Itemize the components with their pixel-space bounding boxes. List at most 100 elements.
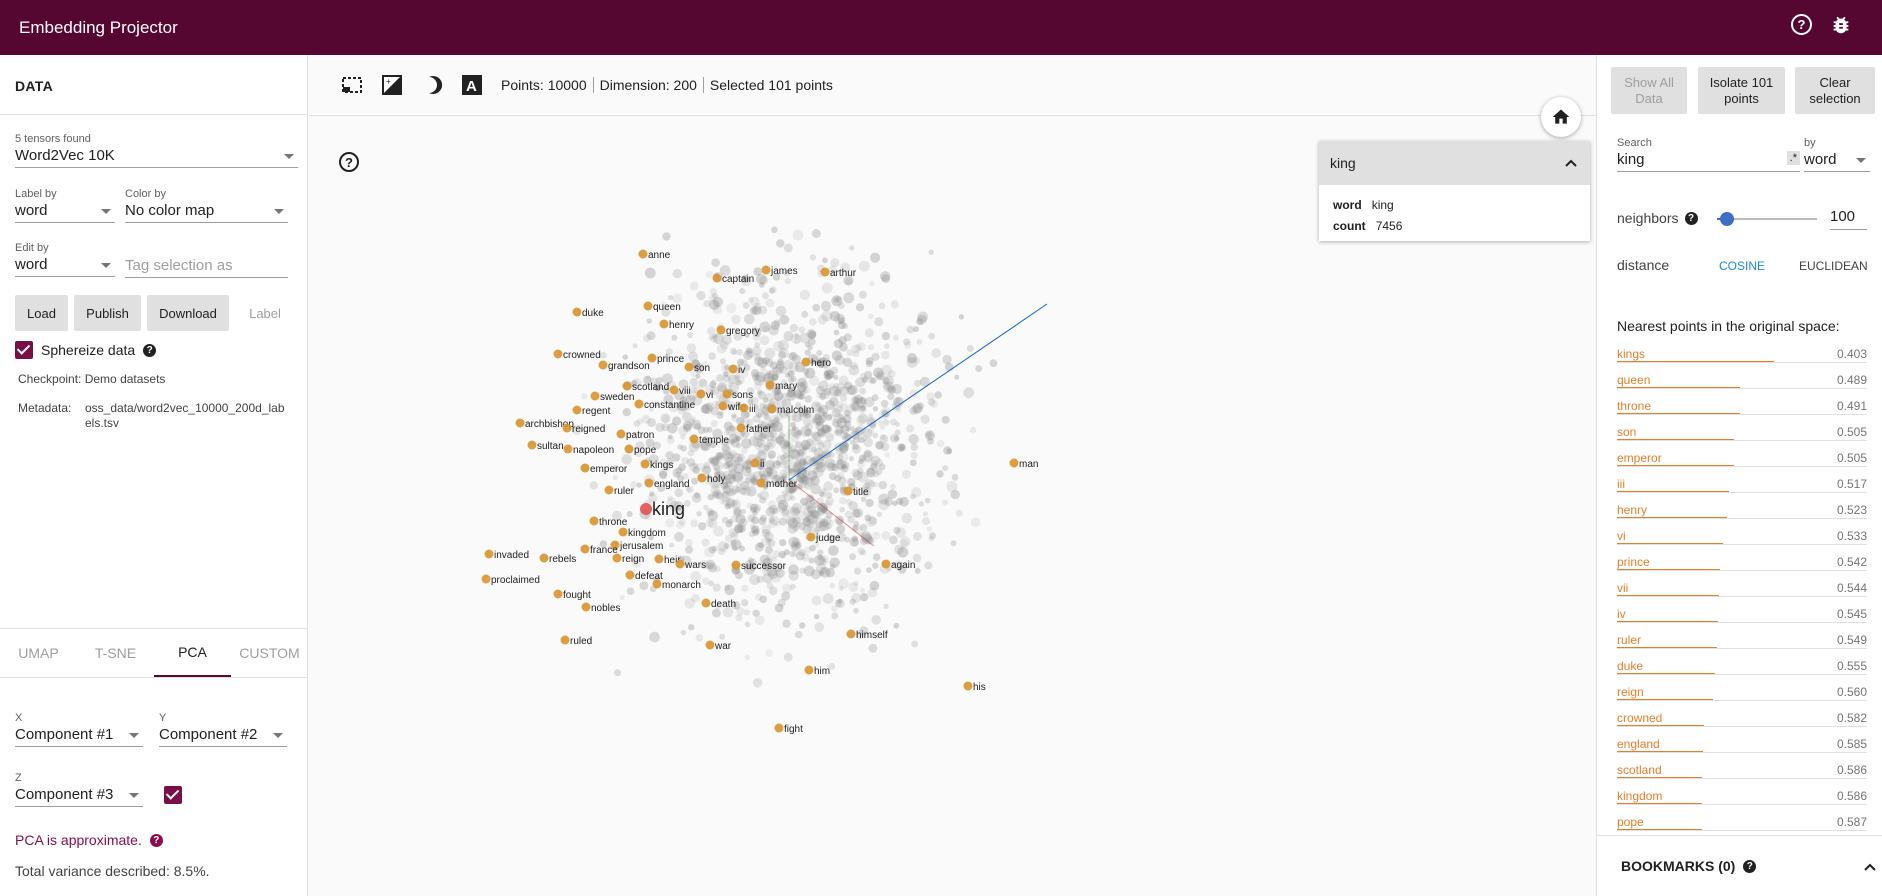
nearest-item[interactable]: henry 0.523 [1617, 497, 1867, 523]
selected-point[interactable] [701, 598, 711, 608]
nearest-word[interactable]: reign [1617, 685, 1644, 699]
selected-point[interactable] [820, 267, 830, 277]
nearest-item[interactable]: scotland 0.586 [1617, 757, 1867, 783]
tab-tsne[interactable]: T-SNE [77, 629, 154, 677]
moon-icon[interactable] [421, 74, 443, 96]
selected-point[interactable] [669, 385, 679, 395]
nearest-word[interactable]: kings [1617, 347, 1645, 361]
sphereize-checkbox[interactable] [15, 341, 33, 359]
selected-point[interactable] [563, 444, 573, 454]
x-component-select[interactable]: Component #1 [15, 724, 143, 747]
selected-point[interactable] [598, 360, 608, 370]
nearest-item[interactable]: england 0.585 [1617, 731, 1867, 757]
selected-point[interactable] [696, 389, 706, 399]
selected-point[interactable] [652, 579, 662, 589]
search-input[interactable]: king .* [1617, 149, 1800, 172]
tab-custom[interactable]: CUSTOM [231, 629, 308, 677]
color-by-select[interactable]: No color map [125, 200, 288, 223]
selected-point[interactable] [553, 589, 563, 599]
selected-point[interactable] [697, 473, 707, 483]
nearest-item[interactable]: throne 0.491 [1617, 393, 1867, 419]
nearest-item[interactable]: crowned 0.582 [1617, 705, 1867, 731]
nearest-word[interactable]: pope [1617, 815, 1644, 829]
label-button[interactable]: Label [235, 295, 295, 331]
nearest-item[interactable]: ruler 0.549 [1617, 627, 1867, 653]
nearest-word[interactable]: england [1617, 737, 1660, 751]
clear-selection-button[interactable]: Clear selection [1795, 67, 1875, 114]
selected-point[interactable] [801, 357, 811, 367]
nearest-item[interactable]: pope 0.587 [1617, 809, 1867, 835]
selected-point[interactable] [580, 463, 590, 473]
selected-point[interactable] [590, 391, 600, 401]
selected-point[interactable] [718, 401, 728, 411]
selected-point[interactable] [604, 485, 614, 495]
tag-selection-input[interactable]: Tag selection as [125, 255, 288, 278]
selected-point[interactable] [750, 458, 760, 468]
selected-point[interactable] [675, 559, 685, 569]
nearest-word[interactable]: throne [1617, 399, 1651, 413]
nearest-word[interactable]: vii [1617, 581, 1628, 595]
neighbors-input[interactable]: 100 [1830, 208, 1867, 230]
selected-point[interactable] [705, 640, 715, 650]
selected-point[interactable] [618, 527, 628, 537]
download-button[interactable]: Download [147, 295, 229, 331]
selected-point[interactable] [804, 665, 814, 675]
selected-point[interactable] [581, 602, 591, 612]
tab-umap[interactable]: UMAP [0, 629, 77, 677]
selected-point[interactable] [624, 444, 634, 454]
selected-point[interactable] [654, 554, 664, 564]
tab-pca[interactable]: PCA [154, 629, 231, 677]
nearest-word[interactable]: kingdom [1617, 789, 1662, 803]
label-by-select[interactable]: word [15, 200, 115, 223]
nearest-word[interactable]: duke [1617, 659, 1643, 673]
show-all-data-button[interactable]: Show All Data [1611, 67, 1687, 114]
label-toggle-icon[interactable]: A [461, 74, 483, 96]
nearest-word[interactable]: henry [1617, 503, 1647, 517]
selected-point[interactable] [562, 423, 572, 433]
neighbors-slider[interactable] [1717, 212, 1817, 226]
selected-point[interactable] [625, 570, 635, 580]
cosine-button[interactable]: COSINE [1719, 259, 1765, 273]
selected-point[interactable] [659, 319, 669, 329]
chevron-up-icon[interactable] [1863, 860, 1877, 874]
selected-point[interactable] [731, 560, 741, 570]
selected-point[interactable] [638, 249, 648, 259]
selected-point[interactable] [963, 681, 973, 691]
z-component-select[interactable]: Component #3 [15, 784, 143, 807]
nearest-word[interactable]: son [1617, 425, 1636, 439]
selected-point[interactable] [572, 405, 582, 415]
selected-point[interactable] [589, 516, 599, 526]
help-icon[interactable]: ? [149, 833, 163, 847]
selected-point[interactable] [767, 404, 777, 414]
nearest-item[interactable]: iii 0.517 [1617, 471, 1867, 497]
selected-point[interactable] [806, 532, 816, 542]
help-icon[interactable]: ? [1684, 211, 1698, 225]
load-button[interactable]: Load [15, 295, 68, 331]
selected-point[interactable] [843, 486, 853, 496]
regex-toggle[interactable]: .* [1786, 151, 1800, 165]
nearest-word[interactable]: vi [1617, 529, 1626, 543]
selected-point[interactable] [774, 723, 784, 733]
selected-point[interactable] [572, 307, 582, 317]
search-by-select[interactable]: word [1804, 149, 1870, 172]
nearest-item[interactable]: vi 0.533 [1617, 523, 1867, 549]
selected-point[interactable] [761, 265, 771, 275]
bookmarks-bar[interactable]: BOOKMARKS (0) ? [1597, 835, 1882, 896]
selected-point[interactable] [553, 349, 563, 359]
selected-point[interactable] [644, 478, 654, 488]
selected-point[interactable] [684, 362, 694, 372]
selected-point[interactable] [643, 301, 653, 311]
nearest-word[interactable]: prince [1617, 555, 1650, 569]
nearest-word[interactable]: emperor [1617, 451, 1662, 465]
nearest-item[interactable]: son 0.505 [1617, 419, 1867, 445]
nearest-word[interactable]: ruler [1617, 633, 1641, 647]
chevron-up-icon[interactable] [1564, 156, 1578, 170]
nearest-item[interactable]: emperor 0.505 [1617, 445, 1867, 471]
edit-by-select[interactable]: word [15, 254, 115, 277]
selected-point[interactable] [481, 574, 491, 584]
select-rectangle-icon[interactable] [341, 74, 363, 96]
selected-point[interactable] [1009, 458, 1019, 468]
nearest-item[interactable]: queen 0.489 [1617, 367, 1867, 393]
help-icon[interactable]: ? [143, 343, 157, 357]
nearest-word[interactable]: crowned [1617, 711, 1662, 725]
